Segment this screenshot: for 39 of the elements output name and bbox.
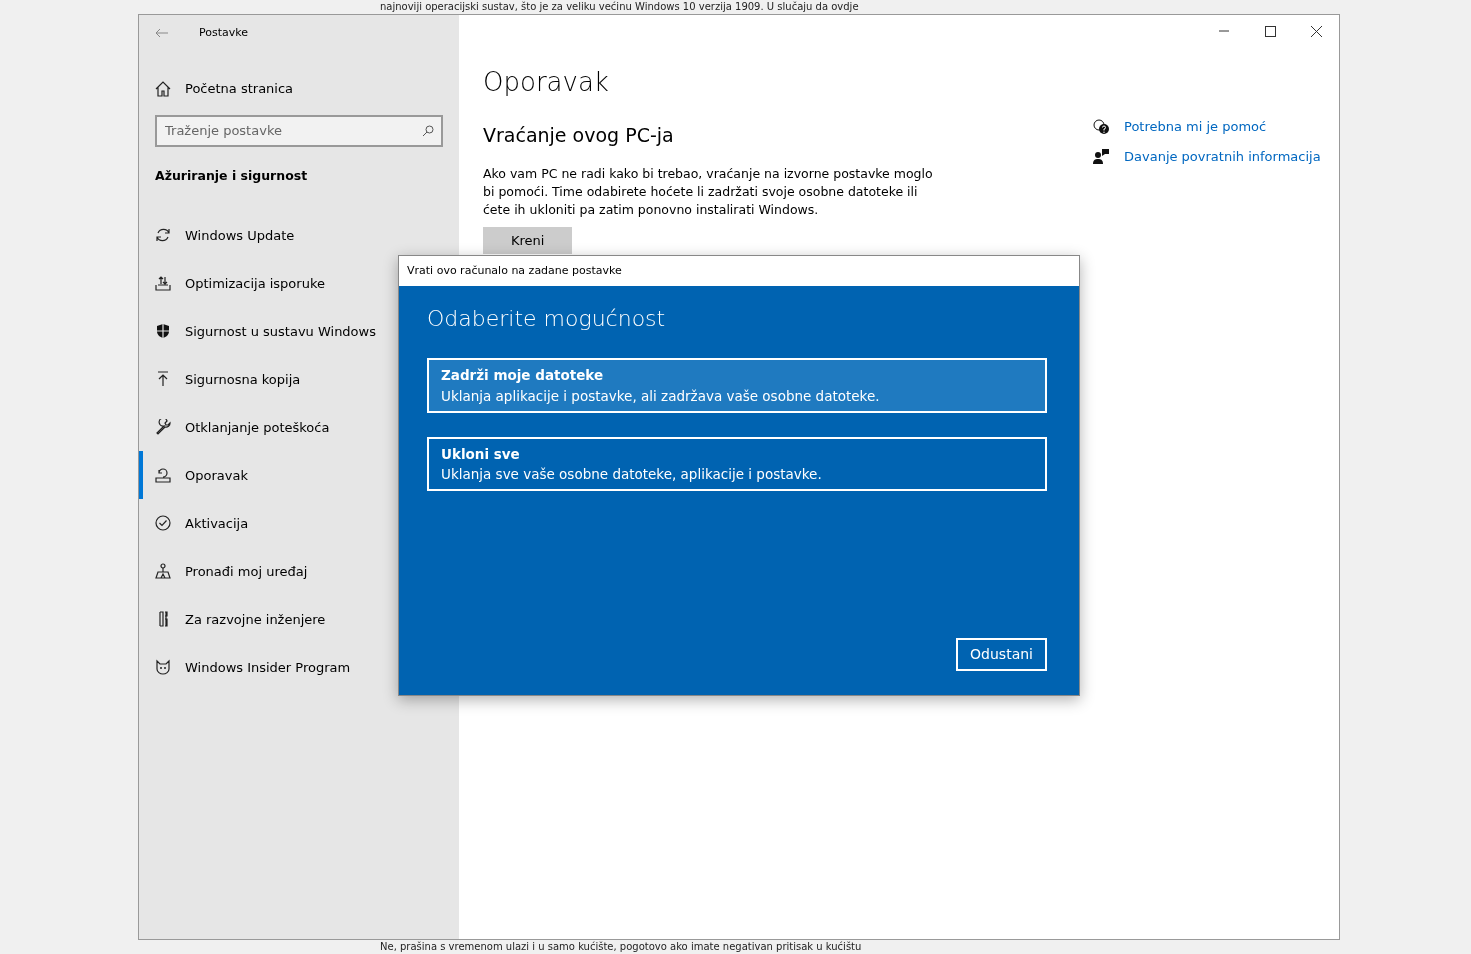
search-field[interactable]: Traženje postavke <box>155 114 443 147</box>
dialog-title: Vrati ovo računalo na zadane postavke <box>407 262 622 279</box>
feedback-person-icon <box>1093 148 1110 165</box>
recovery-icon <box>155 467 171 484</box>
minimize-icon <box>1219 30 1229 32</box>
help-link[interactable]: Davanje povratnih informacija <box>1093 146 1321 166</box>
description-text: Ako vam PC ne radi kako bi trebao, vraćanje na izvorne postavke moglo bi pomoći. Time odabirete hoćete li zadržati svoje osobne datoteke ili ćete ih ukloniti pa zatim ponovno instalirati Windows. <box>483 165 933 219</box>
close-icon <box>1310 25 1322 37</box>
shield-icon <box>155 323 171 340</box>
background-article-text: Ne, prašina s vremenom ulazi i u samo kućište, pogotovo ako imate negativan pritisak u kućištu <box>379 940 863 954</box>
search-icon <box>422 124 434 137</box>
section-title: Vraćanje ovog PC-ja <box>483 124 675 147</box>
sidebar-item[interactable]: Windows Update <box>139 211 459 260</box>
background-article-text: najnoviji operacijski sustav, što je za veliku većinu Windows 10 verzija 1909. U slučaju da ovdje <box>379 0 860 14</box>
home-icon <box>155 80 171 97</box>
wrench-icon <box>155 419 171 436</box>
cat-icon <box>155 659 171 676</box>
window-title: Postavke <box>199 24 248 41</box>
start-button[interactable]: Kreni <box>483 227 573 255</box>
page-title: Oporavak <box>483 67 610 99</box>
sidebar-item[interactable]: Pronađi moj uređaj <box>139 547 459 596</box>
checkmark-circle-icon <box>155 515 171 532</box>
refresh-icon <box>155 227 171 244</box>
section-heading: Ažuriranje i sigurnost <box>155 166 309 185</box>
upload-arrow-icon <box>155 371 171 388</box>
help-chat-icon <box>1093 118 1110 135</box>
sidebar-item[interactable]: Windows Insider Program <box>139 643 459 692</box>
home-link[interactable]: Početna stranica <box>155 77 294 101</box>
tray-upload-icon <box>155 275 171 292</box>
cancel-button[interactable]: Odustani <box>956 638 1047 671</box>
person-locator-icon <box>155 563 171 580</box>
reset-option[interactable]: Ukloni sve Uklanja sve vaše osobne datoteke, aplikacije i postavke. <box>427 436 1047 492</box>
maximize-icon <box>1264 25 1276 37</box>
sidebar-item[interactable]: Aktivacija <box>139 499 459 548</box>
reset-option[interactable]: Zadrži moje datoteke Uklanja aplikacije i postavke, ali zadržava vaše osobne datoteke. <box>427 358 1047 413</box>
help-link[interactable]: Potrebna mi je pomoć <box>1093 117 1321 137</box>
dialog-heading: Odaberite mogućnost <box>427 306 667 333</box>
back-arrow-icon[interactable] <box>155 28 169 38</box>
sidebar-item[interactable]: Za razvojne inženjere <box>139 595 459 644</box>
